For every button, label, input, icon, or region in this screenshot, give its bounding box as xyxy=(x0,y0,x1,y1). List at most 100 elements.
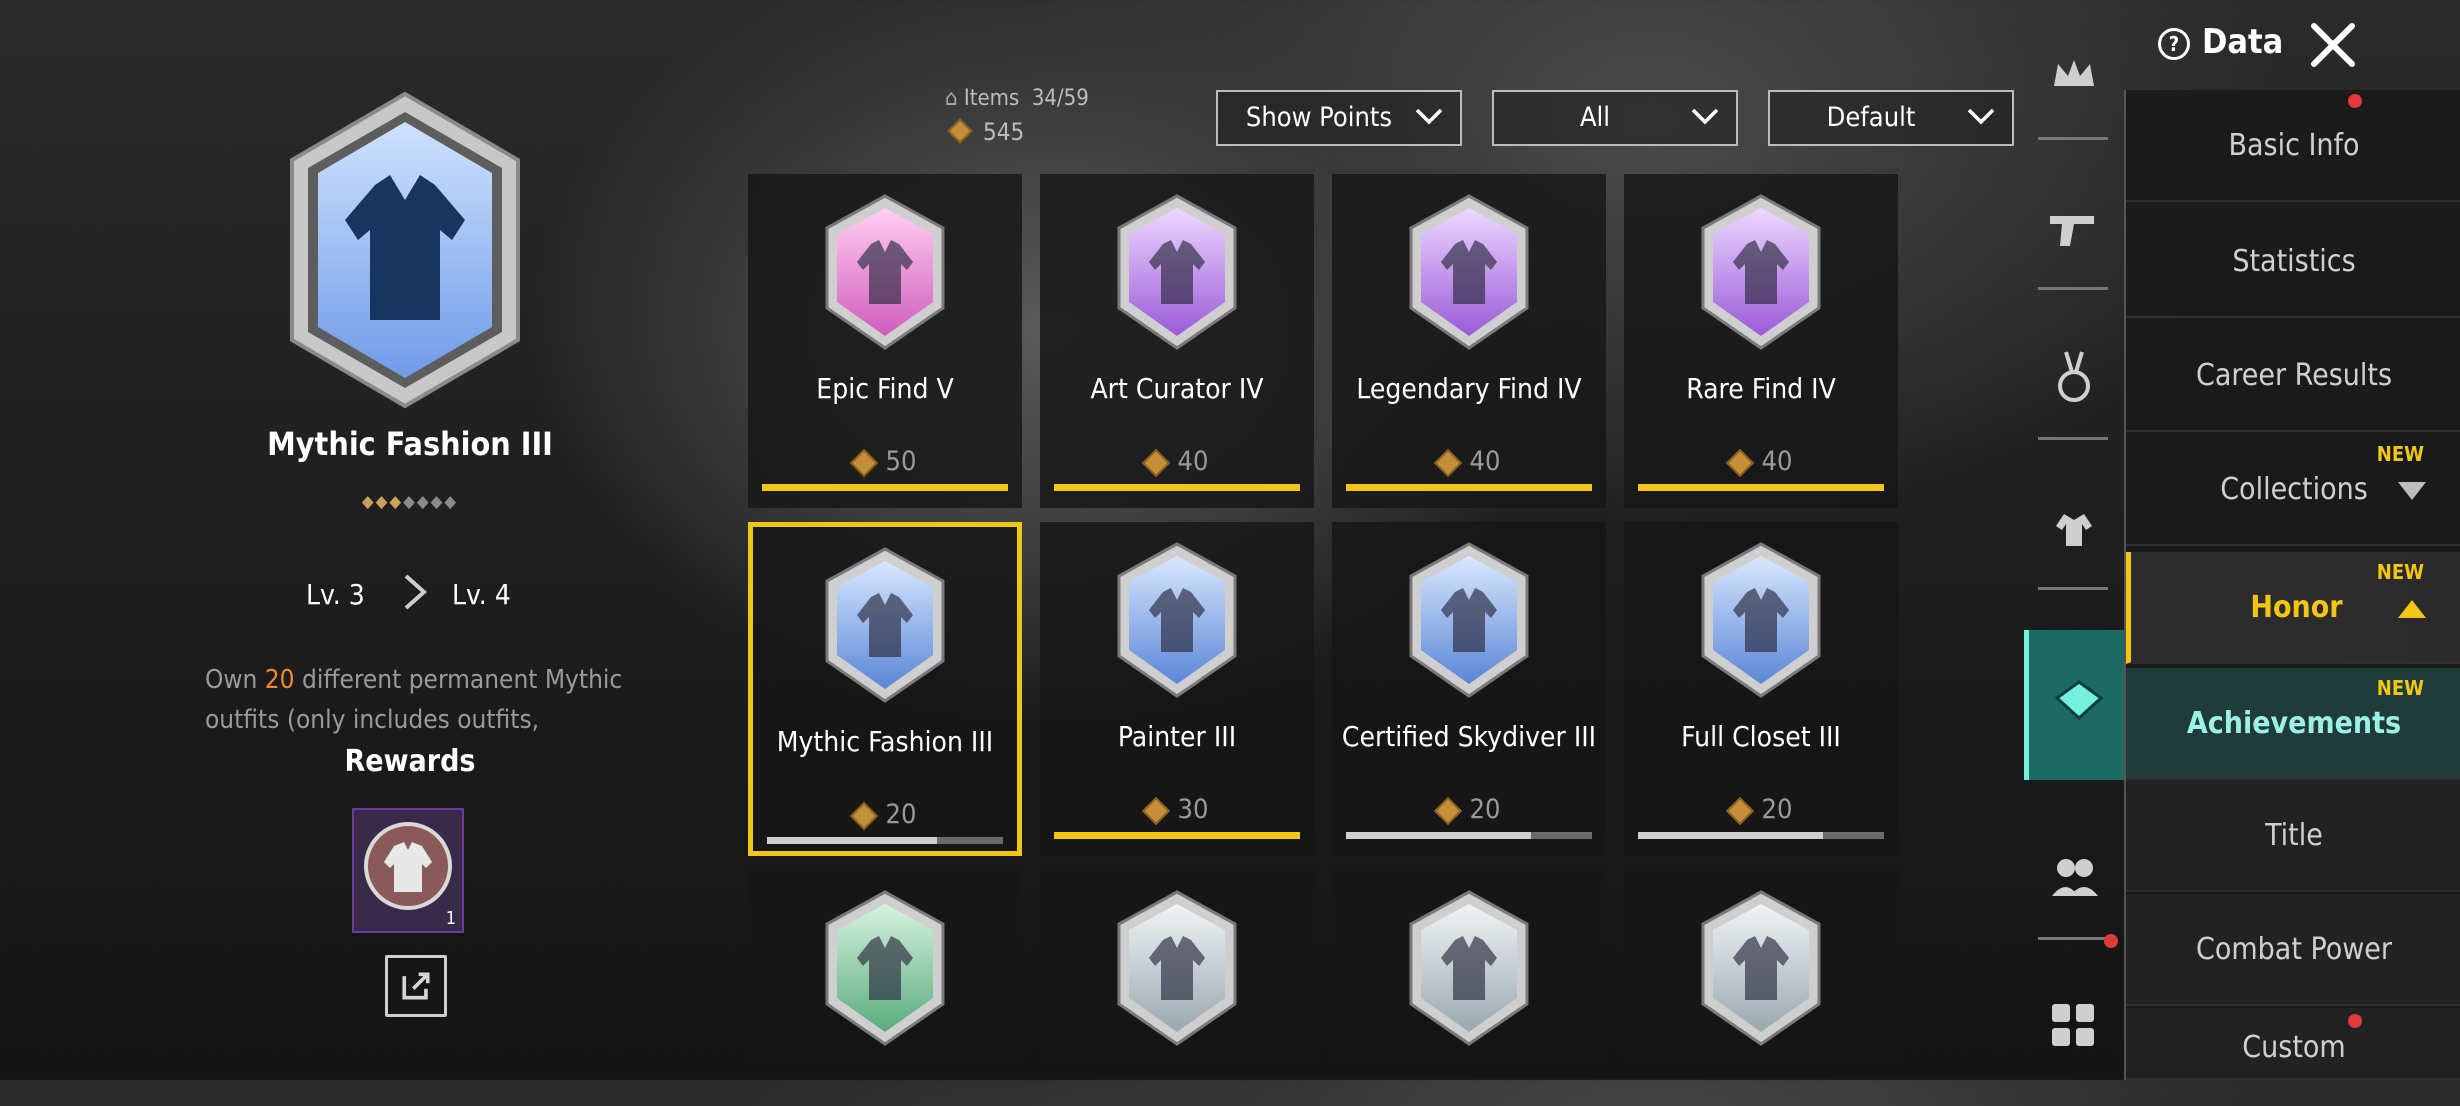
progress-bar xyxy=(1054,832,1300,839)
sort-dropdown[interactable]: Default xyxy=(1768,90,2014,146)
menu-item-custom[interactable]: Custom xyxy=(2126,1008,2460,1080)
progress-bar xyxy=(1346,484,1592,491)
achievement-points: 20 xyxy=(753,799,1017,830)
progress-bar xyxy=(1054,484,1300,491)
achievement-name: Certified Skydiver III xyxy=(1341,720,1597,753)
progress-bar xyxy=(1638,484,1884,491)
achievement-title: Mythic Fashion III xyxy=(267,425,553,463)
progress-bar xyxy=(1346,832,1592,839)
menu-item-combat-power[interactable]: Combat Power xyxy=(2126,894,2460,1006)
coin-icon xyxy=(1433,448,1462,477)
rail-divider xyxy=(2038,937,2108,940)
show-points-dropdown[interactable]: Show Points xyxy=(1216,90,1462,146)
rewards-heading: Rewards xyxy=(344,744,476,779)
chevron-down-icon xyxy=(1415,108,1443,125)
share-link-icon[interactable] xyxy=(385,955,447,1017)
menu-item-label: Combat Power xyxy=(2196,932,2392,967)
achievement-points: 50 xyxy=(748,446,1022,477)
achievement-card[interactable]: Legendary Find IV 40 xyxy=(1332,174,1606,508)
achievement-badge-icon xyxy=(1409,194,1529,350)
achievement-card[interactable]: Painter III 30 xyxy=(1040,522,1314,856)
category-icon-rail xyxy=(2024,60,2124,1080)
menu-item-label: Achievements xyxy=(2186,706,2402,741)
menu-item-label: Statistics xyxy=(2232,244,2356,279)
achievement-card[interactable]: Mythic Fashion III 20 xyxy=(748,522,1022,856)
coin-icon xyxy=(849,448,878,477)
star-filled-icon: ◆◆◆ xyxy=(361,492,404,512)
rail-item[interactable] xyxy=(2024,956,2124,1106)
items-count: ⌂ Items 34/59 xyxy=(945,86,1089,111)
new-badge: NEW xyxy=(2376,442,2424,466)
menu-item-statistics[interactable]: Statistics xyxy=(2126,206,2460,318)
achievement-card[interactable] xyxy=(1624,870,1898,1062)
star-empty-icon: ◆◆◆◆ xyxy=(403,492,459,512)
progress-fill xyxy=(1054,484,1300,491)
progress-bar xyxy=(762,484,1008,491)
level-current: Lv. 3 xyxy=(306,578,365,611)
menu-item-achievements[interactable]: Achievements NEW xyxy=(2126,668,2460,780)
menu-item-label: Collections xyxy=(2220,472,2368,507)
rail-item[interactable] xyxy=(2024,456,2124,606)
coin-icon xyxy=(1141,796,1170,825)
required-count: 20 xyxy=(264,665,295,695)
achievement-description: Own 20 different permanent Mythic outfit… xyxy=(205,665,623,735)
menu-item-label: Basic Info xyxy=(2228,128,2360,163)
question-circle-icon[interactable]: ? xyxy=(2158,28,2190,60)
rail-item[interactable] xyxy=(2024,156,2124,306)
progress-fill xyxy=(762,484,1008,491)
menu-item-honor[interactable]: Honor NEW xyxy=(2126,552,2460,664)
rail-item[interactable] xyxy=(2024,306,2124,456)
crown-icon xyxy=(2054,60,2094,86)
reward-count: 1 xyxy=(445,908,456,929)
category-dropdown[interactable]: All xyxy=(1492,90,1738,146)
achievement-card[interactable] xyxy=(1332,870,1606,1062)
achievement-card[interactable]: Certified Skydiver III 20 xyxy=(1332,522,1606,856)
achievement-points: 20 xyxy=(1332,794,1606,825)
menu-item-label: Career Results xyxy=(2195,358,2393,393)
rail-item[interactable] xyxy=(2024,630,2124,780)
progress-fill xyxy=(1638,832,1823,839)
grid-icon xyxy=(2052,1004,2094,1046)
achievement-name: Epic Find V xyxy=(816,372,954,405)
achievement-card[interactable]: Epic Find V 50 xyxy=(748,174,1022,508)
achievement-badge-icon xyxy=(1701,890,1821,1046)
rail-item[interactable] xyxy=(2024,6,2124,156)
progress-fill xyxy=(767,837,937,844)
achievement-detail-panel: Mythic Fashion III ◆◆◆◆◆◆◆ Lv. 3 Lv. 4 O… xyxy=(170,0,650,1080)
data-button[interactable]: Data xyxy=(2202,22,2283,62)
top-bar: ? Data xyxy=(2150,0,2460,90)
star-rating: ◆◆◆◆◆◆◆ xyxy=(170,492,650,512)
achievement-card[interactable] xyxy=(1040,870,1314,1062)
achievement-badge-icon xyxy=(1409,542,1529,698)
progress-fill xyxy=(1054,832,1300,839)
achievement-badge-icon xyxy=(1117,194,1237,350)
menu-item-career-results[interactable]: Career Results xyxy=(2126,320,2460,432)
items-icon: ⌂ xyxy=(945,86,964,111)
achievement-card[interactable] xyxy=(748,870,1022,1062)
triangle-up-icon xyxy=(2398,600,2426,618)
rail-divider xyxy=(2038,287,2108,290)
menu-item-label: Custom xyxy=(2242,1030,2346,1065)
reward-item[interactable]: 1 xyxy=(352,808,464,933)
achievement-points: 40 xyxy=(1332,446,1606,477)
chevron-down-icon xyxy=(1967,108,1995,125)
menu-item-basic-info[interactable]: Basic Info xyxy=(2126,90,2460,202)
level-next: Lv. 4 xyxy=(452,578,511,611)
achievement-card[interactable]: Art Curator IV 40 xyxy=(1040,174,1314,508)
achievement-card[interactable]: Full Closet III 20 xyxy=(1624,522,1898,856)
achievement-name: Full Closet III xyxy=(1681,720,1841,753)
points-total: 545 xyxy=(945,118,1024,146)
achievement-name: Painter III xyxy=(1117,720,1237,753)
achievement-card[interactable]: Rare Find IV 40 xyxy=(1624,174,1898,508)
new-badge: NEW xyxy=(2376,560,2424,584)
menu-item-title[interactable]: Title xyxy=(2126,780,2460,892)
rail-divider xyxy=(2038,587,2108,590)
close-x-icon[interactable] xyxy=(2306,18,2360,72)
achievement-name: Legendary Find IV xyxy=(1356,372,1582,405)
pistol-icon xyxy=(2050,216,2094,246)
achievement-badge-icon xyxy=(1117,542,1237,698)
notification-dot xyxy=(2104,934,2118,948)
achievement-badge-icon xyxy=(1409,890,1529,1046)
mythic-fashion-badge-icon xyxy=(290,91,520,409)
menu-item-collections[interactable]: Collections NEW xyxy=(2126,434,2460,546)
